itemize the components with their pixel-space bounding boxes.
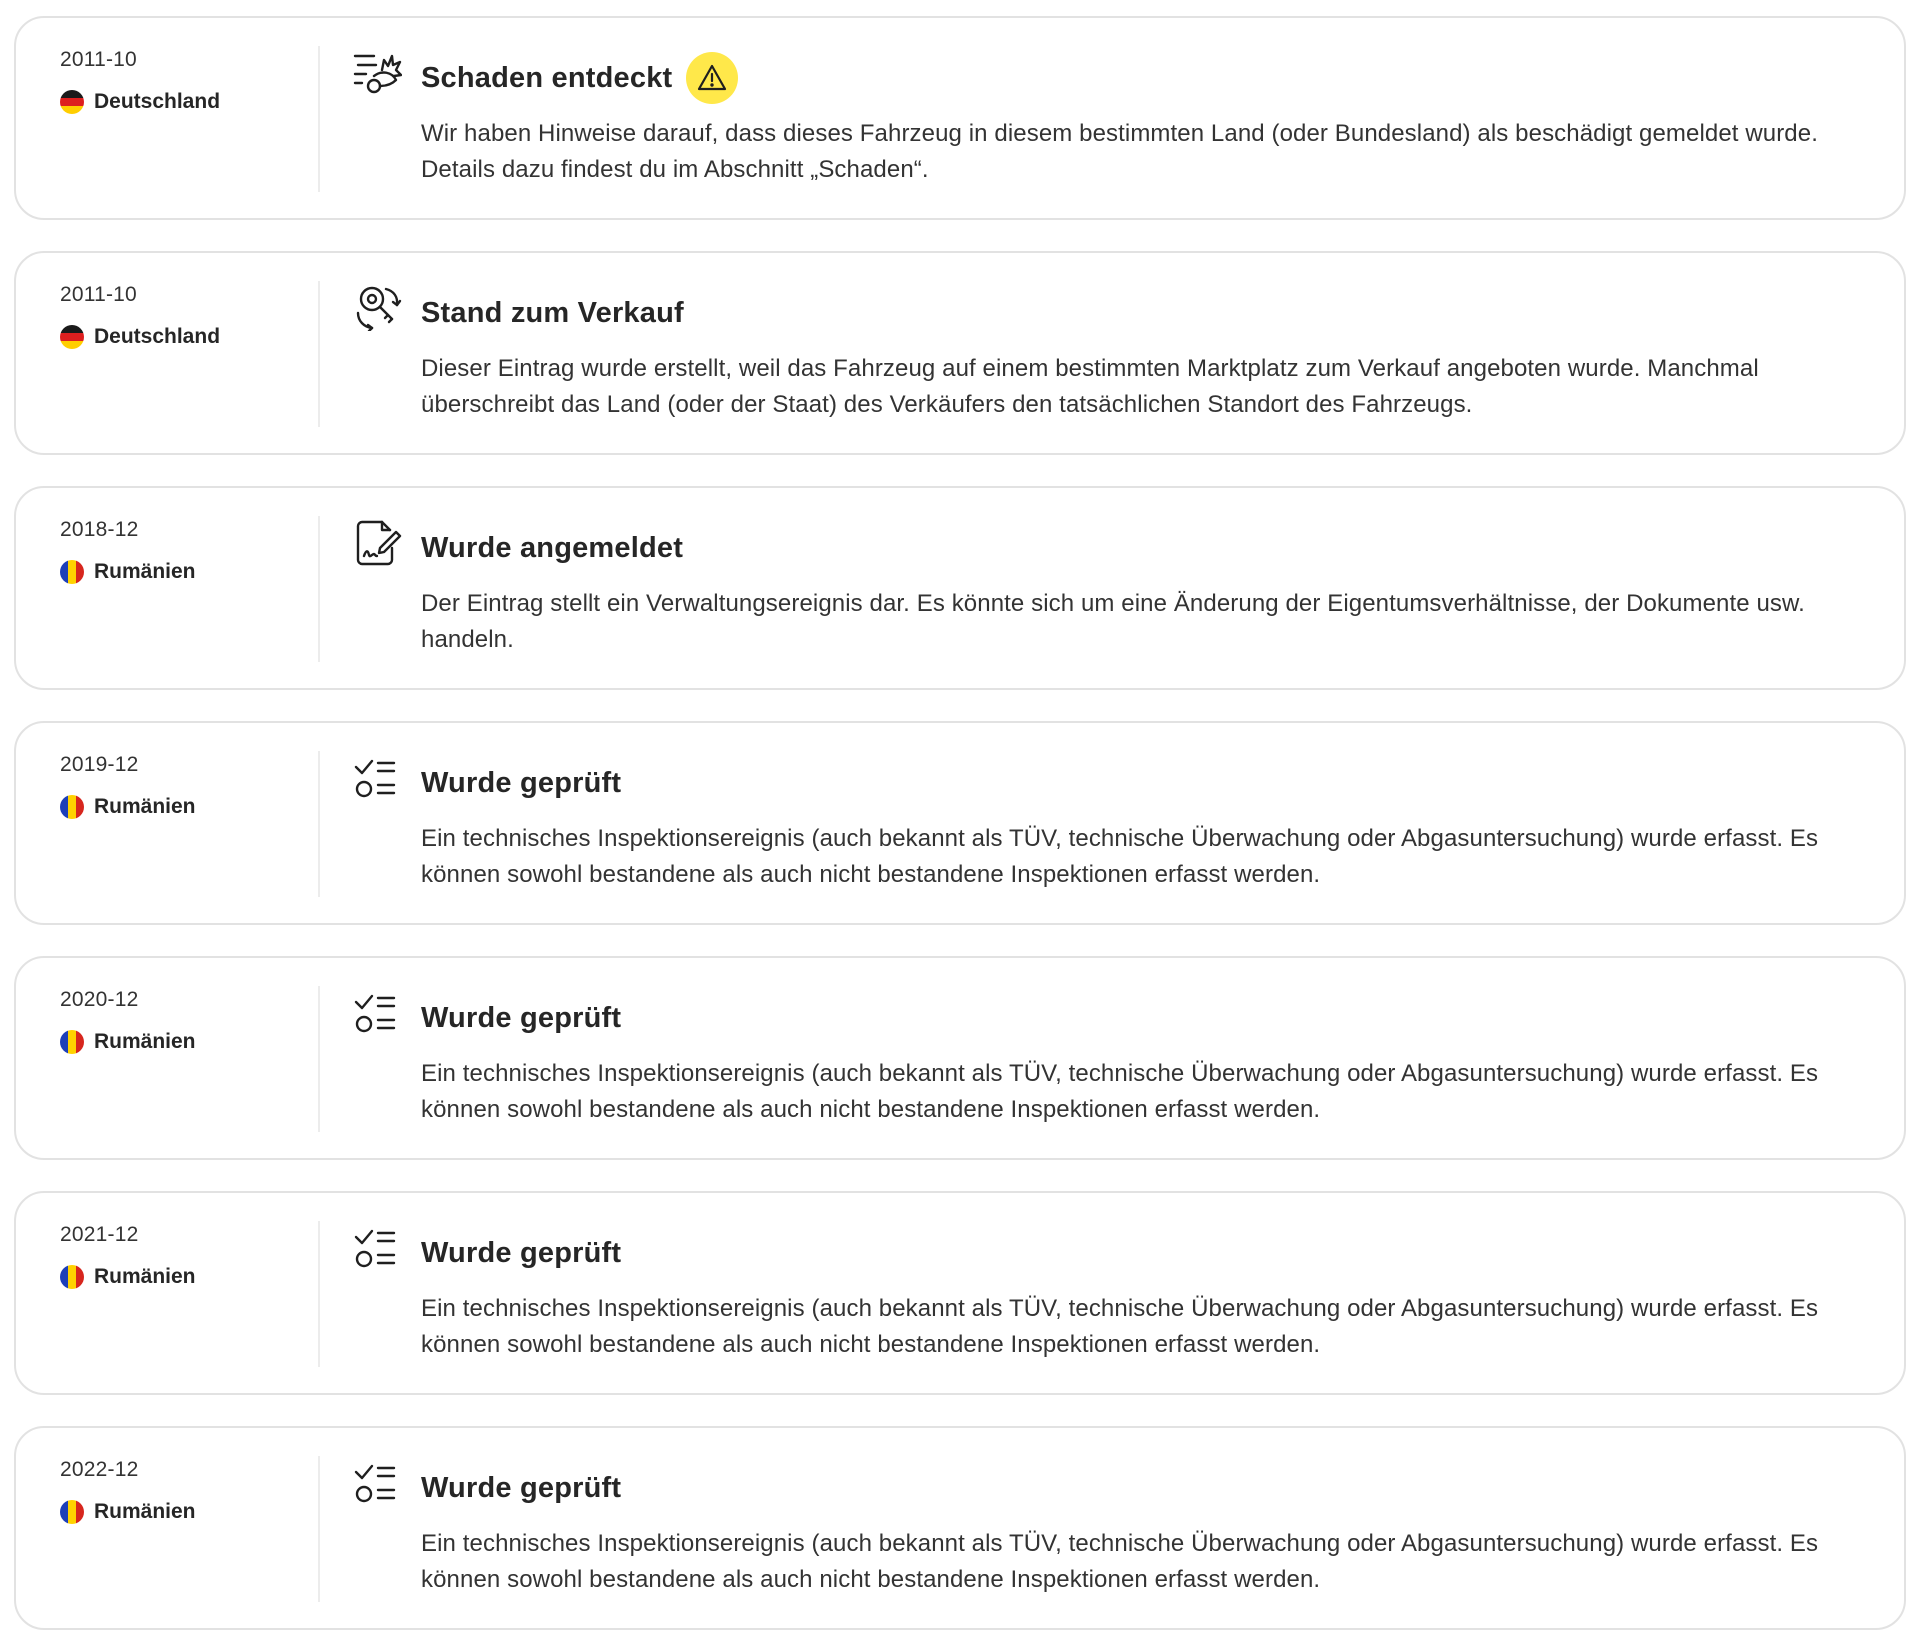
inspection-checklist-icon (352, 1223, 402, 1271)
event-description: Ein technisches Inspektionsereignis (auc… (421, 825, 1819, 888)
event-title-row: Wurde angemeldet (421, 520, 683, 576)
card-divider (318, 516, 320, 662)
germany-flag-icon (60, 90, 84, 114)
vehicle-history-timeline: 2011-10 Deutschland Schaden entdeckt Wir… (0, 0, 1920, 1643)
warning-triangle-icon (698, 64, 727, 91)
timeline-event-card: 2019-12 Rumänien Wurde geprüft Ein techn… (14, 721, 1906, 925)
event-country: Rumänien (60, 1500, 196, 1524)
event-title: Schaden entdeckt (421, 61, 673, 94)
card-divider (318, 751, 320, 897)
card-divider (318, 281, 320, 427)
event-description: Dieser Eintrag wurde erstellt, weil das … (421, 355, 1759, 418)
event-date: 2011-10 (60, 48, 137, 71)
event-meta: 2021-12 Rumänien (16, 1193, 321, 1393)
card-divider (318, 986, 320, 1132)
timeline-event-card: 2022-12 Rumänien Wurde geprüft Ein techn… (14, 1426, 1906, 1630)
country-name: Rumänien (94, 1030, 196, 1053)
event-meta: 2019-12 Rumänien (16, 723, 321, 923)
event-title: Wurde geprüft (421, 1471, 622, 1504)
timeline-event-card: 2021-12 Rumänien Wurde geprüft Ein techn… (14, 1191, 1906, 1395)
country-name: Rumänien (94, 1265, 196, 1288)
romania-flag-icon (60, 1500, 84, 1524)
event-description: Ein technisches Inspektionsereignis (auc… (421, 1295, 1819, 1358)
event-title-row: Wurde geprüft (421, 1225, 621, 1281)
germany-flag-icon (60, 325, 84, 349)
event-title: Wurde geprüft (421, 766, 622, 799)
event-title: Wurde geprüft (421, 1236, 622, 1269)
event-title-row: Stand zum Verkauf (421, 285, 684, 341)
event-description: Ein technisches Inspektionsereignis (auc… (421, 1060, 1819, 1123)
event-description: Der Eintrag stellt ein Verwaltungsereign… (421, 590, 1805, 653)
registration-document-icon (352, 518, 402, 566)
event-title-row: Wurde geprüft (421, 1460, 621, 1516)
event-date: 2022-12 (60, 1458, 139, 1481)
event-description: Wir haben Hinweise darauf, dass dieses F… (421, 120, 1818, 183)
country-name: Rumänien (94, 795, 196, 818)
event-date: 2018-12 (60, 518, 139, 541)
for-sale-icon (352, 283, 402, 331)
timeline-event-card: 2018-12 Rumänien Wurde angemeldet Der Ei… (14, 486, 1906, 690)
event-country: Rumänien (60, 1030, 196, 1054)
event-meta: 2011-10 Deutschland (16, 253, 321, 453)
event-meta: 2022-12 Rumänien (16, 1428, 321, 1628)
card-divider (318, 1456, 320, 1602)
event-title-row: Schaden entdeckt (421, 50, 739, 106)
inspection-checklist-icon (352, 988, 402, 1036)
warning-badge (686, 52, 739, 104)
event-description: Ein technisches Inspektionsereignis (auc… (421, 1530, 1819, 1593)
inspection-checklist-icon (352, 753, 402, 801)
event-meta: 2011-10 Deutschland (16, 18, 321, 218)
romania-flag-icon (60, 795, 84, 819)
card-divider (318, 46, 320, 192)
timeline-event-card: 2011-10 Deutschland Stand zum Verkauf Di… (14, 251, 1906, 455)
romania-flag-icon (60, 1030, 84, 1054)
event-date: 2011-10 (60, 283, 137, 306)
event-date: 2021-12 (60, 1223, 139, 1246)
event-title-row: Wurde geprüft (421, 990, 621, 1046)
country-name: Deutschland (94, 90, 221, 113)
timeline-event-card: 2020-12 Rumänien Wurde geprüft Ein techn… (14, 956, 1906, 1160)
event-country: Rumänien (60, 560, 196, 584)
event-title: Stand zum Verkauf (421, 296, 684, 329)
country-name: Deutschland (94, 325, 221, 348)
country-name: Rumänien (94, 1500, 196, 1523)
event-date: 2020-12 (60, 988, 139, 1011)
event-country: Rumänien (60, 1265, 196, 1289)
timeline-event-card: 2011-10 Deutschland Schaden entdeckt Wir… (14, 16, 1906, 220)
damage-icon (352, 48, 402, 96)
romania-flag-icon (60, 560, 84, 584)
event-title: Wurde angemeldet (421, 531, 684, 564)
event-meta: 2020-12 Rumänien (16, 958, 321, 1158)
event-title: Wurde geprüft (421, 1001, 622, 1034)
card-divider (318, 1221, 320, 1367)
event-date: 2019-12 (60, 753, 139, 776)
event-country: Rumänien (60, 795, 196, 819)
event-country: Deutschland (60, 325, 220, 349)
event-title-row: Wurde geprüft (421, 755, 621, 811)
inspection-checklist-icon (352, 1458, 402, 1506)
romania-flag-icon (60, 1265, 84, 1289)
event-country: Deutschland (60, 90, 220, 114)
event-meta: 2018-12 Rumänien (16, 488, 321, 688)
country-name: Rumänien (94, 560, 196, 583)
